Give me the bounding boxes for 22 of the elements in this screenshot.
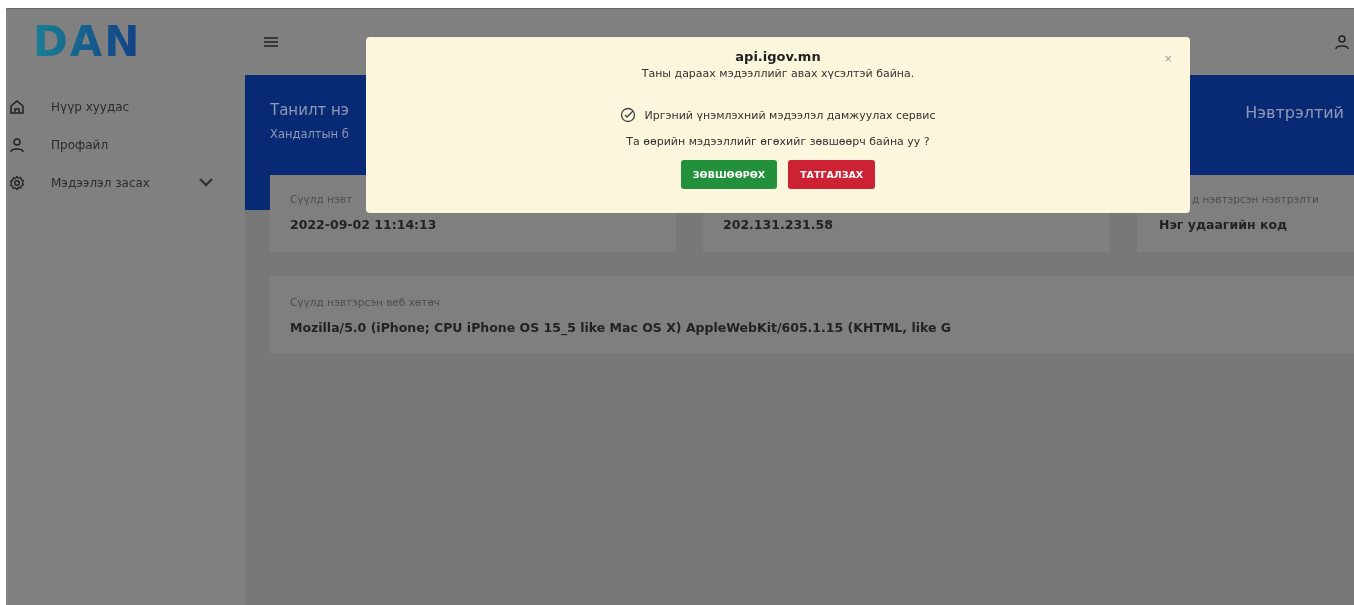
decline-button[interactable]: ТАТГАЛЗАХ <box>788 160 876 189</box>
settings-icon <box>9 175 25 191</box>
banner-subtitle: Хандалтын б <box>270 127 350 141</box>
card-value: Mozilla/5.0 (iPhone; CPU iPhone OS 15_5 like Mac OS X) AppleWebKit/605.1.15 (KHTML, like G <box>290 320 953 335</box>
dialog-question: Та өөрийн мэдээллийг өгөхийг зөвшөөрч байна уу ? <box>626 135 930 148</box>
sidebar-item[interactable]: Профайл <box>9 135 245 155</box>
allow-button[interactable]: ЗӨВШӨӨРӨХ <box>680 160 778 189</box>
home-icon <box>9 99 25 115</box>
permission-label: Иргэний үнэмлэхний мэдээлэл дамжуулах сервис <box>644 108 936 122</box>
sidebar-item[interactable]: Нүүр хуудас <box>9 97 245 117</box>
card-value: Нэг удаагийн код <box>1159 217 1289 232</box>
close-button[interactable]: × <box>1164 51 1172 66</box>
card-value: 202.131.231.58 <box>723 217 834 232</box>
banner-title: Танилт нэ <box>270 101 350 119</box>
menu-icon[interactable] <box>263 34 279 50</box>
user-icon <box>9 137 25 153</box>
card-value: 2022-09-02 11:14:13 <box>290 217 438 232</box>
dialog-title: api.igov.mn <box>735 49 821 64</box>
dialog-message: Таны дараах мэдээллийг авах хүсэлтэй байна. <box>641 67 915 80</box>
user-icon[interactable] <box>1334 34 1350 50</box>
banner-title: Нэвтрэлтий <box>1245 102 1344 122</box>
sidebar-item[interactable]: Мэдээлэл засах <box>9 173 245 193</box>
